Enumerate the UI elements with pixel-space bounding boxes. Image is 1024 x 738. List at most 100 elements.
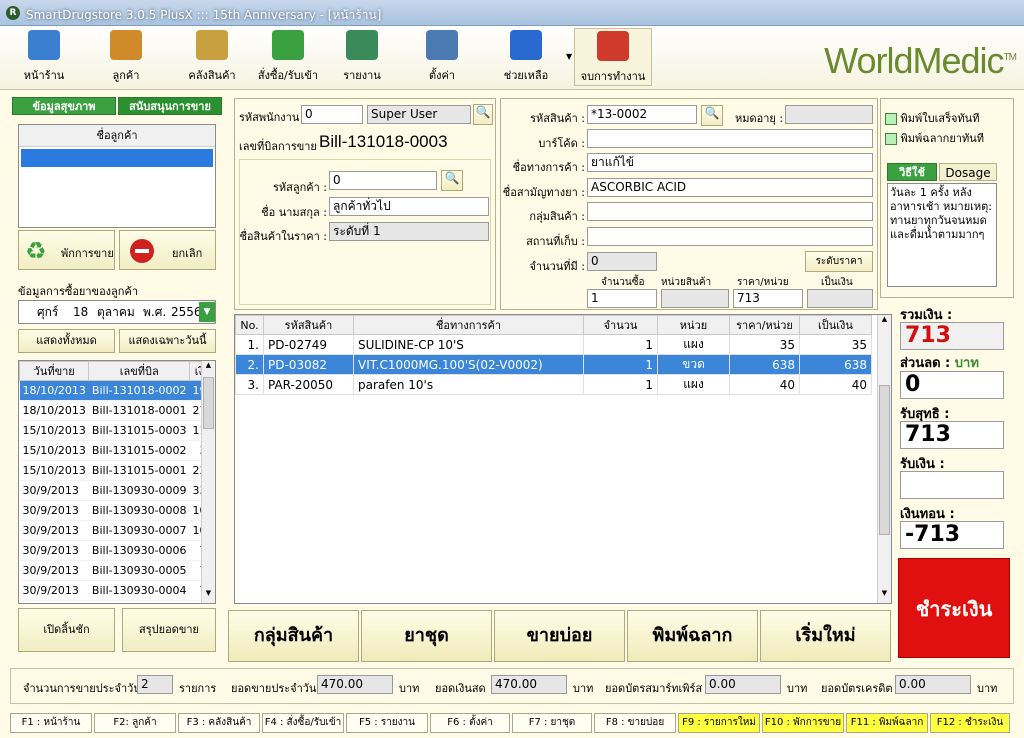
sale-item-cell: PD-03082 [263, 354, 354, 375]
items-col-header[interactable]: No. [235, 315, 264, 335]
storage-location-field[interactable] [587, 227, 873, 246]
toolbar-users-button[interactable]: ลูกค้า [96, 28, 156, 86]
history-row[interactable]: 30/9/2013Bill-130930-0008100 [19, 500, 215, 521]
items-grid-scrollbar[interactable]: ▲ ▼ [877, 315, 891, 603]
sale-item-row[interactable]: 1. PD-02749 SULIDINE-CP 10'S 1 แผง 35 35 [235, 334, 872, 355]
title-bar: R SmartDrugstore 3.0.5 PlusX ::: 15th An… [0, 0, 1024, 26]
product-group-field[interactable] [587, 202, 873, 221]
customer-search-icon[interactable]: 🔍 [441, 170, 463, 191]
sale-item-row[interactable]: 2. PD-03082 VIT.C1000MG.100'S(02-V0002) 1 ขว… [235, 354, 872, 375]
history-date-picker[interactable]: ศุกร์ 18 ตุลาคม พ.ศ. 2556 ▼ [18, 300, 216, 324]
daily-count-field: 2 [137, 675, 173, 694]
pay-button[interactable]: ชำระเงิน [898, 558, 1010, 658]
fkey-7-button[interactable]: F7 : ยาชุด [512, 713, 592, 733]
fkey-6-button[interactable]: F6 : ตั้งค่า [430, 713, 510, 733]
print-label-button[interactable]: พิมพ์ฉลาก [627, 610, 758, 662]
frequent-items-button[interactable]: ขายบ่อย [494, 610, 625, 662]
toolbar-chart-button[interactable]: รายงาน [332, 28, 392, 86]
items-col-header[interactable]: ราคา/หน่วย [729, 315, 800, 335]
items-col-header[interactable]: ชื่อทางการค้า [353, 315, 584, 335]
quantity-field[interactable]: 1 [587, 289, 657, 308]
history-row[interactable]: 30/9/2013Bill-130930-0009337 [19, 480, 215, 501]
fkey-8-button[interactable]: F8 : ขายบ่อย [594, 713, 676, 733]
sale-item-cell: 1 [583, 374, 658, 395]
staff-code-field[interactable]: 0 [301, 105, 363, 124]
customer-name-field[interactable]: ลูกค้าทั่วไป [329, 197, 489, 216]
tab-dosage[interactable]: Dosage [939, 163, 997, 181]
fkey-5-button[interactable]: F5 : รายงาน [346, 713, 428, 733]
history-row[interactable]: 18/10/2013Bill-131018-0001278 [19, 400, 215, 421]
history-row[interactable]: 15/10/2013Bill-131015-0001233 [19, 460, 215, 481]
purchase-history-table[interactable]: วันที่ขายเลขที่บิลเงิน 18/10/2013Bill-13… [18, 360, 216, 604]
toolbar-settings-button[interactable]: ตั้งค่า [412, 28, 472, 86]
toolbar-power-button[interactable]: จบการทำงาน [574, 28, 652, 86]
usage-instructions[interactable]: วันละ 1 ครั้ง หลังอาหารเช้า หมายเหตุ: ทา… [887, 183, 997, 287]
fkey-12-button[interactable]: F12 : ชำระเงิน [930, 713, 1010, 733]
monitor-icon [28, 30, 60, 60]
print-label-checkbox[interactable]: พิมพ์ฉลากยาทันที [885, 129, 984, 147]
history-cell: 30/9/2013 [19, 560, 89, 581]
history-row[interactable]: 30/9/2013Bill-130930-000670 [19, 540, 215, 561]
drug-set-button[interactable]: ยาชุด [361, 610, 492, 662]
toolbar-warehouse-button[interactable]: คลังสินค้า [176, 28, 248, 86]
tab-sales-support[interactable]: สนับสนุนการขาย [118, 97, 222, 115]
items-col-header[interactable]: เป็นเงิน [799, 315, 872, 335]
fkey-10-button[interactable]: F10 : พักการขาย [762, 713, 844, 733]
sale-item-cell: 35 [729, 334, 800, 355]
sale-item-cell: แผง [657, 374, 730, 395]
toolbar-sync-button[interactable]: สั่งซื้อ/รับเข้า [252, 28, 324, 86]
customer-list-selected-row[interactable] [21, 149, 213, 167]
generic-name-field[interactable]: ASCORBIC ACID [587, 178, 873, 197]
discount-label: ส่วนลด : บาท [900, 356, 979, 371]
product-group-button[interactable]: กลุ่มสินค้า [228, 610, 359, 662]
items-col-header[interactable]: รหัสสินค้า [263, 315, 354, 335]
history-row[interactable]: 30/9/2013Bill-130930-0007100 [19, 520, 215, 541]
discount-field[interactable]: 0 [900, 371, 1004, 399]
toolbar-help-button[interactable]: ช่วยเหลือ [494, 28, 558, 86]
restart-button[interactable]: เริ่มใหม่ [760, 610, 891, 662]
sale-item-cell: แผง [657, 334, 730, 355]
cancel-sale-button[interactable]: ยกเลิก [119, 230, 216, 270]
history-row[interactable]: 30/9/2013Bill-130930-000570 [19, 560, 215, 581]
show-today-button[interactable]: แสดงเฉพาะวันนี้ [119, 329, 216, 353]
history-col-header[interactable]: เลขที่บิล [88, 361, 191, 381]
customer-code-field[interactable]: 0 [329, 171, 437, 190]
toolbar-monitor-button[interactable]: หน้าร้าน [14, 28, 74, 86]
sales-summary-button[interactable]: สรุปยอดขาย [122, 608, 216, 652]
history-row[interactable]: 30/9/2013Bill-130930-000470 [19, 580, 215, 601]
history-row[interactable]: 15/10/2013Bill-131015-0003118 [19, 420, 215, 441]
tab-usage[interactable]: วิธีใช้ [887, 163, 937, 181]
items-col-header[interactable]: หน่วย [657, 315, 730, 335]
fkey-1-button[interactable]: F1 : หน้าร้าน [10, 713, 92, 733]
fkey-9-button[interactable]: F9 : รายการใหม่ [678, 713, 760, 733]
history-scrollbar[interactable]: ▲ ▼ [201, 361, 215, 603]
items-col-header[interactable]: จำนวน [583, 315, 658, 335]
fkey-2-button[interactable]: F2: ลูกค้า [94, 713, 176, 733]
unit-price-field[interactable]: 713 [733, 289, 803, 308]
pause-sale-button[interactable]: ♻ พักการขาย [18, 230, 115, 270]
help-dropdown-arrow-icon[interactable]: ▼ [566, 52, 572, 61]
date-dropdown-chevron-icon[interactable]: ▼ [199, 302, 215, 322]
price-level-button[interactable]: ระดับราคา [805, 251, 873, 272]
customer-list[interactable]: ชื่อลูกค้า [18, 124, 216, 228]
fkey-3-button[interactable]: F3 : คลังสินค้า [178, 713, 260, 733]
tab-health-info[interactable]: ข้อมูลสุขภาพ [12, 97, 116, 115]
history-col-header[interactable]: วันที่ขาย [19, 361, 90, 381]
sale-item-cell: 2. [235, 354, 264, 375]
sale-items-grid[interactable]: No. รหัสสินค้า ชื่อทางการค้า จำนวน หน่วย ราคา… [234, 314, 892, 604]
sale-item-row[interactable]: 3. PAR-20050 parafen 10's 1 แผง 40 40 [235, 374, 872, 395]
received-field[interactable] [900, 471, 1004, 499]
history-row[interactable]: 18/10/2013Bill-131018-0002192 [19, 380, 215, 401]
show-all-button[interactable]: แสดงทั้งหมด [18, 329, 115, 353]
history-row[interactable]: 15/10/2013Bill-131015-000238 [19, 440, 215, 461]
print-receipt-checkbox[interactable]: พิมพ์ใบเสร็จทันที [885, 109, 979, 127]
barcode-field[interactable] [587, 129, 873, 148]
fkey-4-button[interactable]: F4 : สั่งซื้อ/รับเข้า [262, 713, 344, 733]
open-drawer-button[interactable]: เปิดลิ้นชัก [18, 608, 115, 652]
staff-search-icon[interactable]: 🔍 [473, 104, 493, 125]
product-code-field[interactable]: *13-0002 [587, 105, 697, 124]
history-cell: 15/10/2013 [19, 460, 89, 481]
fkey-11-button[interactable]: F11 : พิมพ์ฉลาก [846, 713, 928, 733]
product-search-icon[interactable]: 🔍 [701, 105, 723, 126]
trade-name-field[interactable]: ยาแก้ไข้ [587, 153, 873, 172]
